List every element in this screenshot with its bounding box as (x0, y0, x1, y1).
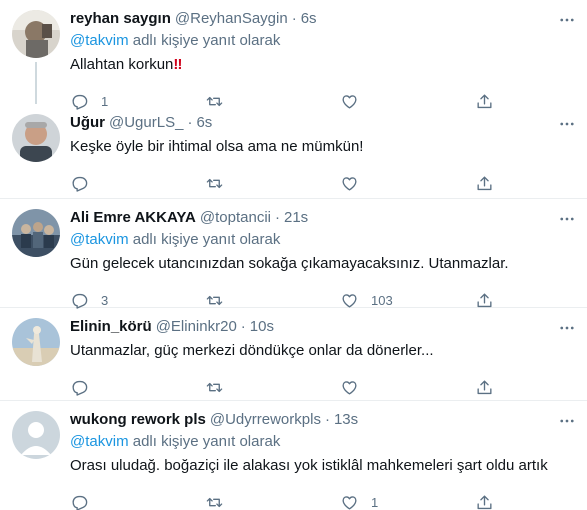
user-handle[interactable]: @UgurLS_ (109, 114, 183, 131)
replying-to: @takvim adlı kişiye yanıt olarak (70, 230, 575, 252)
tweet-text: Allahtan korkun‼ (70, 53, 575, 75)
replying-to-text: adlı kişiye yanıt olarak (128, 231, 281, 248)
retweet-icon (206, 497, 223, 507)
user-handle[interactable]: @ReyhanSaygin (175, 10, 288, 27)
separator-dot: · (324, 411, 330, 428)
reply-icon (72, 293, 88, 309)
like-button[interactable]: 1 (340, 493, 475, 510)
more-icon[interactable] (555, 8, 579, 32)
reply-button[interactable] (70, 493, 205, 510)
share-button[interactable] (475, 378, 494, 397)
mention-link[interactable]: @takvim (70, 231, 129, 248)
tweet-header: Elinin_körü @Elininkr20 · 10s (70, 308, 575, 339)
share-icon (477, 175, 492, 190)
reply-button[interactable] (70, 174, 205, 193)
like-button[interactable] (340, 174, 475, 193)
user-handle[interactable]: @toptancii (200, 209, 271, 226)
separator-dot: · (187, 114, 193, 131)
tweet[interactable]: Elinin_körü @Elininkr20 · 10s Utanmazlar… (0, 308, 587, 401)
avatar[interactable] (12, 10, 60, 58)
retweet-icon (206, 178, 223, 188)
more-icon[interactable] (555, 207, 579, 231)
like-icon (342, 495, 357, 510)
tweet-header: Ali Emre AKKAYA @toptancii · 21s (70, 199, 575, 230)
retweet-icon (206, 295, 223, 305)
more-icon[interactable] (555, 409, 579, 433)
replying-to-text: adlı kişiye yanıt olarak (128, 433, 281, 450)
share-button[interactable] (475, 174, 494, 193)
mention-link[interactable]: @takvim (70, 433, 129, 450)
share-button[interactable] (475, 493, 494, 510)
tweet-text: Keşke öyle bir ihtimal olsa ama ne mümkü… (70, 138, 364, 155)
tweet[interactable]: Ali Emre AKKAYA @toptancii · 21s @takvim… (0, 199, 587, 310)
like-icon (342, 380, 357, 395)
more-icon[interactable] (555, 316, 579, 340)
tweet-header: Uğur @UgurLS_ · 6s (70, 104, 575, 135)
avatar[interactable] (12, 411, 60, 459)
retweet-button[interactable] (205, 493, 340, 510)
separator-dot: · (240, 318, 246, 335)
like-count: 1 (371, 494, 379, 510)
share-icon (477, 494, 492, 509)
like-button[interactable]: 103 (340, 291, 475, 310)
like-count: 103 (371, 292, 393, 308)
timestamp[interactable]: 6s (301, 10, 317, 27)
tweet-header: reyhan saygın @ReyhanSaygin · 6s (70, 0, 575, 31)
avatar[interactable] (12, 318, 60, 366)
tweet-actions: 1 (70, 486, 575, 510)
user-name[interactable]: Elinin_körü (70, 318, 152, 335)
more-icon[interactable] (555, 112, 579, 136)
tweet-text: Orası uludağ. boğaziçi ile alakası yok i… (70, 457, 548, 474)
user-name[interactable]: Ali Emre AKKAYA (70, 209, 196, 226)
tweet[interactable]: reyhan saygın @ReyhanSaygin · 6s @takvim… (0, 0, 587, 110)
tweet[interactable]: Uğur @UgurLS_ · 6s Keşke öyle bir ihtima… (0, 104, 587, 199)
tweet-text-content: Allahtan korkun (70, 56, 174, 73)
replying-to: @takvim adlı kişiye yanıt olarak (70, 31, 575, 53)
separator-dot: · (275, 209, 280, 226)
like-icon (342, 293, 357, 308)
user-handle[interactable]: @Elininkr20 (156, 318, 237, 335)
share-icon (477, 292, 492, 307)
reply-icon (72, 380, 88, 396)
user-name[interactable]: wukong rework pls (70, 411, 206, 428)
retweet-button[interactable] (205, 174, 340, 193)
retweet-button[interactable] (205, 291, 340, 310)
reply-button[interactable] (70, 378, 205, 397)
mention-link[interactable]: @takvim (70, 32, 129, 49)
tweet-text: Utanmazlar, güç merkezi döndükçe onlar d… (70, 342, 434, 359)
share-icon (477, 379, 492, 394)
reply-button[interactable]: 3 (70, 291, 205, 310)
reply-icon (72, 495, 88, 510)
tweet-actions (70, 371, 575, 403)
like-icon (342, 176, 357, 191)
separator-dot: · (291, 10, 297, 27)
reply-icon (72, 176, 88, 192)
reply-count: 3 (101, 292, 109, 308)
avatar[interactable] (12, 209, 60, 257)
timestamp[interactable]: 10s (250, 318, 274, 335)
timeline: reyhan saygın @ReyhanSaygin · 6s @takvim… (0, 0, 587, 510)
retweet-icon (206, 382, 223, 392)
replying-to: @takvim adlı kişiye yanıt olarak (70, 432, 575, 454)
timestamp[interactable]: 13s (334, 411, 358, 428)
tweet[interactable]: wukong rework pls @Udyrreworkpls · 13s @… (0, 401, 587, 510)
double-exclamation-emoji: ‼ (173, 56, 183, 73)
like-button[interactable] (340, 378, 475, 397)
thread-line (35, 62, 37, 104)
tweet-header: wukong rework pls @Udyrreworkpls · 13s (70, 401, 575, 432)
retweet-button[interactable] (205, 378, 340, 397)
timestamp[interactable]: 6s (196, 114, 212, 131)
tweet-text: Gün gelecek utancınızdan sokağa çıkamaya… (70, 255, 509, 272)
tweet-actions (70, 167, 575, 199)
user-handle[interactable]: @Udyrreworkpls (210, 411, 321, 428)
replying-to-text: adlı kişiye yanıt olarak (128, 32, 281, 49)
user-name[interactable]: reyhan saygın (70, 10, 171, 27)
share-button[interactable] (475, 291, 494, 310)
timestamp[interactable]: 21s (284, 209, 308, 226)
user-name[interactable]: Uğur (70, 114, 105, 131)
avatar[interactable] (12, 114, 60, 162)
